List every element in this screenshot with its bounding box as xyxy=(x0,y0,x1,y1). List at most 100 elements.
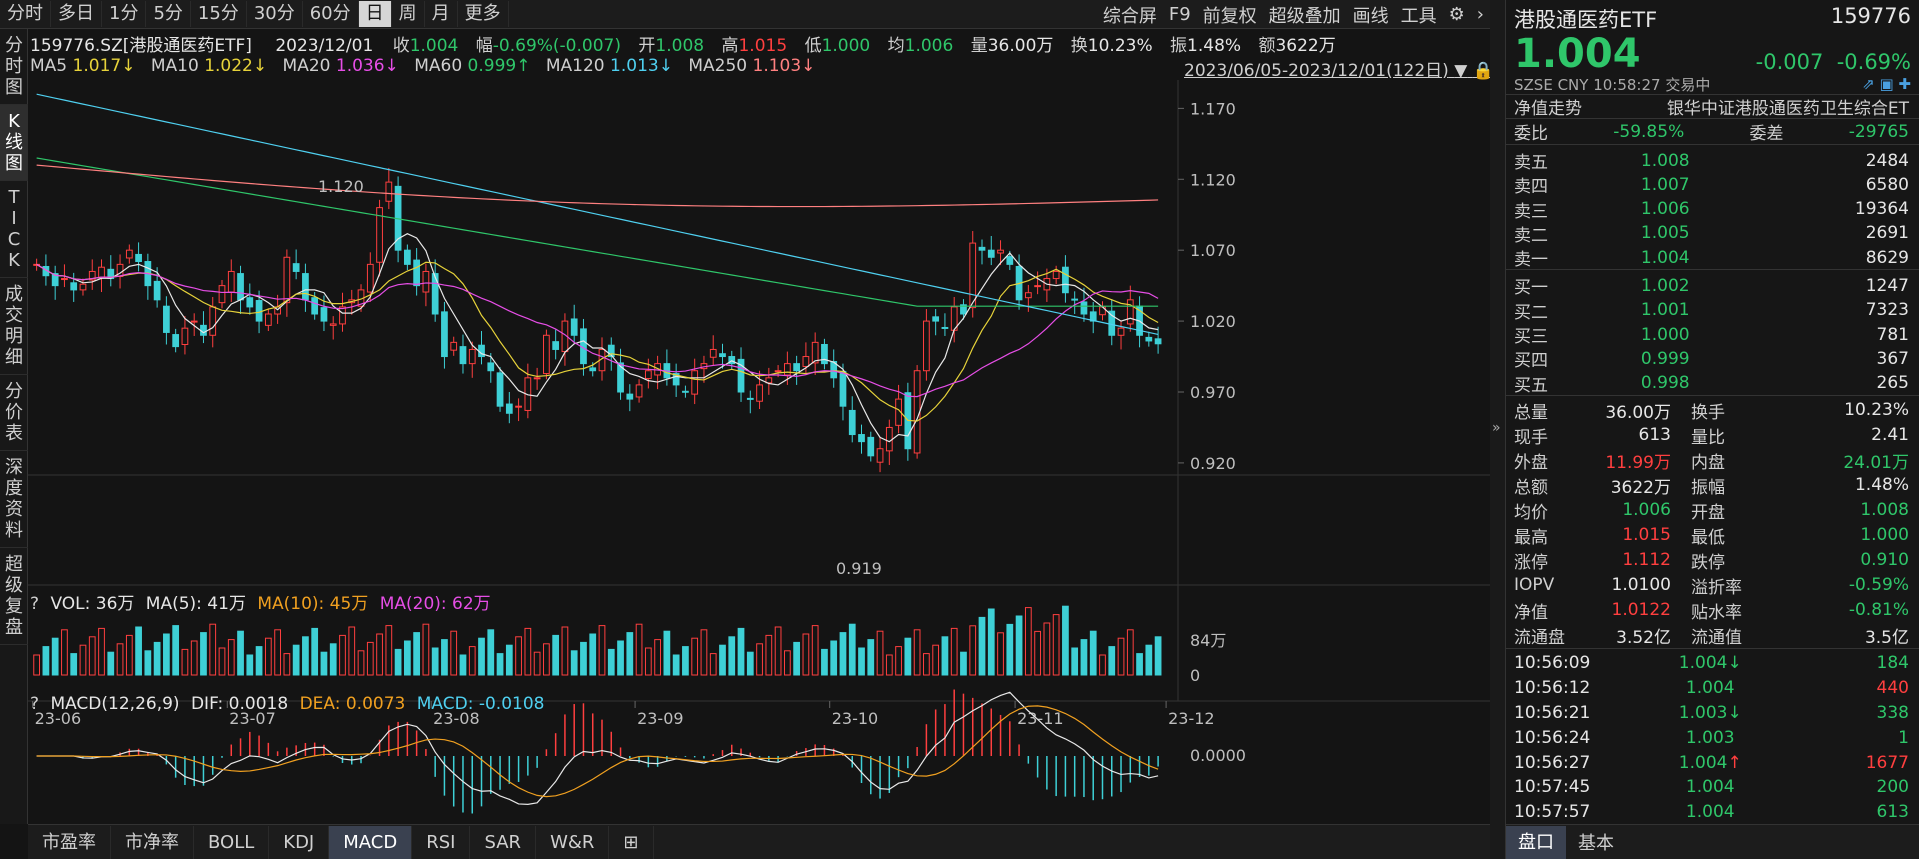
dropdown-triangle-icon[interactable]: ▼ xyxy=(1454,61,1467,81)
period-2[interactable]: 1分 xyxy=(102,1,147,27)
volume-bar xyxy=(339,634,346,676)
high-value: 1.015 xyxy=(738,36,788,56)
volume-bar xyxy=(33,654,41,676)
buys-row[interactable]: 买四 0.999 367 xyxy=(1506,346,1919,372)
tool-forward-adjust[interactable]: 前复权 xyxy=(1197,2,1263,28)
tool-composite-screen[interactable]: 综合屏 xyxy=(1097,2,1163,28)
period-1[interactable]: 多日 xyxy=(51,1,102,27)
sells-row[interactable]: 卖二 1.005 2691 xyxy=(1506,221,1919,246)
tick-row: 10:56:12 1.004 440 xyxy=(1506,676,1919,701)
period-5[interactable]: 30分 xyxy=(247,1,303,27)
left-tab-4[interactable]: 分价表 xyxy=(0,375,28,451)
amplitude-label: 振 xyxy=(1170,36,1188,56)
candle-body xyxy=(682,390,689,393)
chevron-right-icon[interactable]: › xyxy=(1471,4,1490,25)
period-4[interactable]: 15分 xyxy=(191,1,247,27)
indicator-tab-1[interactable]: 市净率 xyxy=(111,825,194,859)
buys-row[interactable]: 买五 0.998 265 xyxy=(1506,371,1919,396)
sells-row[interactable]: 卖三 1.006 19364 xyxy=(1506,197,1919,222)
volume-bar xyxy=(672,654,680,676)
buys-qty: 265 xyxy=(1876,373,1909,394)
period-0[interactable]: 分时 xyxy=(0,1,51,27)
sells-level: 卖一 xyxy=(1514,250,1548,271)
period-6[interactable]: 60分 xyxy=(303,1,359,27)
candle-body xyxy=(366,263,374,293)
tab-basic[interactable]: 基本 xyxy=(1566,829,1626,855)
indicator-tab-0[interactable]: 市盈率 xyxy=(28,825,111,859)
volume-bar xyxy=(644,647,652,676)
indicator-tab-5[interactable]: RSI xyxy=(412,825,471,859)
low-value: 1.000 xyxy=(821,36,871,56)
period-8[interactable]: 周 xyxy=(392,1,425,27)
volume-bar xyxy=(237,630,244,676)
volume-bar xyxy=(1099,654,1106,676)
buys-qty: 367 xyxy=(1876,348,1909,369)
tracked-index: 银华中证港股通医药卫生综合ET xyxy=(1666,99,1909,119)
buys-row[interactable]: 买三 1.000 781 xyxy=(1506,322,1919,348)
tool-f9[interactable]: F9 xyxy=(1163,4,1197,25)
expand-arrow-icon[interactable]: » xyxy=(1492,420,1501,436)
period-7[interactable]: 日 xyxy=(358,1,392,27)
tool-draw-line[interactable]: 画线 xyxy=(1347,2,1395,28)
volume-bar xyxy=(682,646,689,676)
left-tab-0[interactable]: 分时图 xyxy=(0,29,28,105)
stat-label: 总量 xyxy=(1514,402,1548,423)
volume-bar xyxy=(116,643,124,676)
tool-tools[interactable]: 工具 xyxy=(1395,2,1443,28)
vol-value: VOL: 36万 xyxy=(50,594,135,614)
period-10[interactable]: 更多 xyxy=(458,1,509,27)
left-tab-3[interactable]: 成交明细 xyxy=(0,278,28,375)
candle-body xyxy=(1052,270,1060,280)
tab-order-book[interactable]: 盘口 xyxy=(1506,825,1566,859)
tick-time: 10:56:21 xyxy=(1514,702,1591,723)
left-tab-1[interactable]: K线图 xyxy=(0,105,28,181)
security-code-right: 159776 xyxy=(1830,4,1911,28)
volume-bar xyxy=(700,629,708,676)
candle-body xyxy=(1145,336,1153,342)
period-3[interactable]: 5分 xyxy=(146,1,191,27)
indicator-tab-3[interactable]: KDJ xyxy=(269,825,330,859)
tick-list: 10:56:09 1.004↓ 184 10:56:12 1.004 440 10:56:2… xyxy=(1506,647,1919,825)
ma60-value: 0.999↑ xyxy=(467,56,531,76)
left-tab-2[interactable]: TICK xyxy=(0,181,28,278)
buys-qty: 781 xyxy=(1876,324,1909,345)
add-indicator-icon[interactable]: ⊞ xyxy=(609,825,654,859)
volume-bar xyxy=(858,647,865,676)
window-icons[interactable]: ⇗ ▣ ✚ xyxy=(1862,75,1911,93)
volume-bar xyxy=(533,651,541,676)
settings-gear-icon[interactable]: ⚙ xyxy=(1443,4,1471,25)
sells-row[interactable]: 卖五 1.008 2484 xyxy=(1506,148,1919,174)
tool-super-overlay[interactable]: 超级叠加 xyxy=(1263,2,1347,28)
left-tab-6[interactable]: 超级复盘 xyxy=(0,548,28,645)
close-label: 收 xyxy=(392,36,410,56)
sells-row[interactable]: 卖四 1.007 6580 xyxy=(1506,172,1919,198)
volume-bar xyxy=(70,653,78,676)
indicator-tab-7[interactable]: W&R xyxy=(536,825,610,859)
candle-body xyxy=(237,273,244,301)
buys-row[interactable]: 买二 1.001 7323 xyxy=(1506,298,1919,323)
candle-body xyxy=(255,300,263,322)
price-change: -0.007 -0.69% xyxy=(1756,50,1911,74)
candle-body xyxy=(302,273,309,301)
nav-trend-row[interactable]: 净值走势 银华中证港股通医药卫生综合ET xyxy=(1506,94,1919,119)
volume-bar xyxy=(302,636,309,676)
candle-body xyxy=(200,324,207,336)
buys-row[interactable]: 买一 1.002 1247 xyxy=(1506,273,1919,299)
indicator-tab-6[interactable]: SAR xyxy=(470,825,537,859)
date-range[interactable]: 2023/06/05-2023/12/01(122日) ▼ 🔒 xyxy=(1184,56,1494,81)
candle-body xyxy=(431,273,439,315)
volume-bar xyxy=(144,650,152,676)
sells-row[interactable]: 卖一 1.004 8629 xyxy=(1506,245,1919,271)
indicator-tab-4[interactable]: MACD xyxy=(329,825,413,859)
macd-tick-label: 0.0000 xyxy=(1190,746,1246,765)
vol-help-icon[interactable]: ? xyxy=(30,594,39,614)
macd-help-icon[interactable]: ? xyxy=(30,694,39,714)
volume-bar xyxy=(969,625,977,676)
buys-price: 1.001 xyxy=(1640,300,1690,321)
panel-collapse-handle[interactable]: » xyxy=(1490,0,1505,859)
indicator-tab-2[interactable]: BOLL xyxy=(194,825,270,859)
period-9[interactable]: 月 xyxy=(425,1,458,27)
macd-legend: ? MACD(12,26,9) DIF: 0.0018 DEA: 0.0073 … xyxy=(30,694,544,714)
candle-body xyxy=(487,362,495,372)
left-tab-5[interactable]: 深度资料 xyxy=(0,451,28,548)
